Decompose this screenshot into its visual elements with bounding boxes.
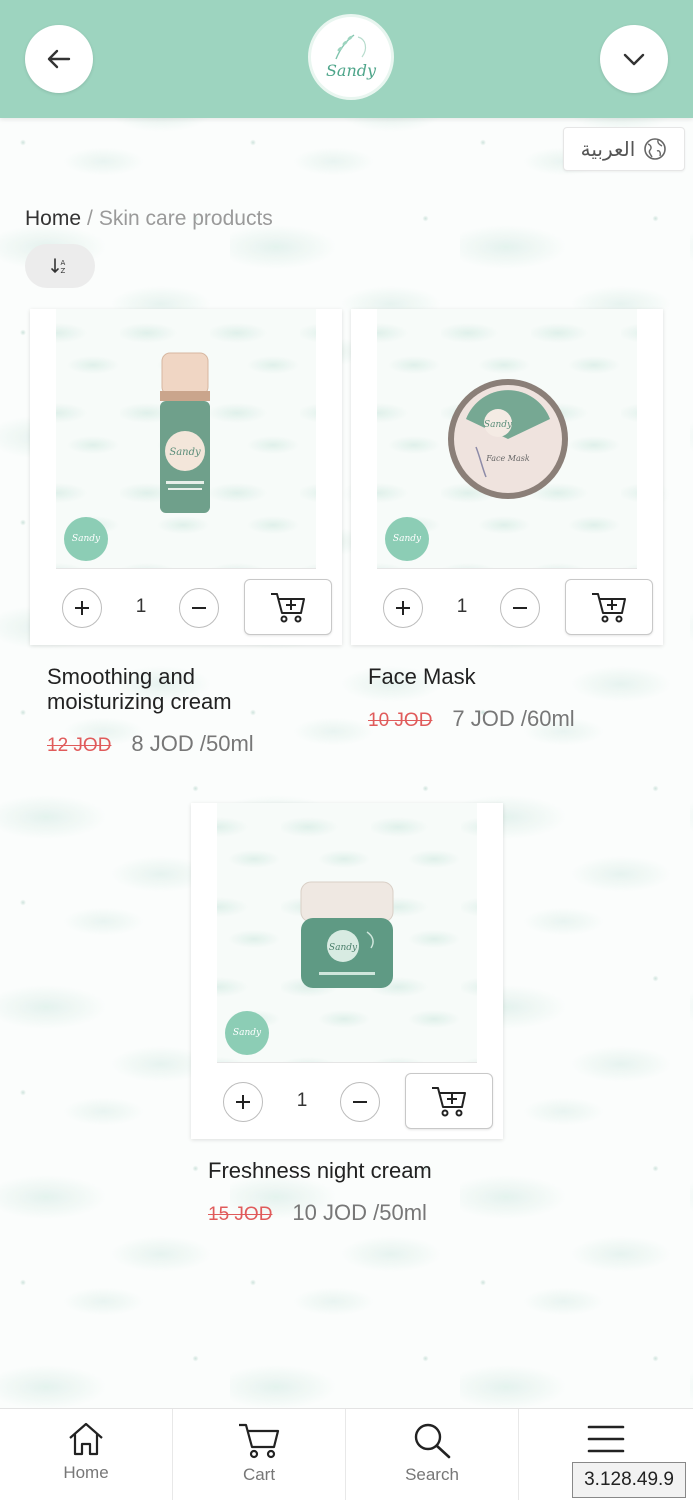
decrease-quantity-button[interactable]	[179, 588, 219, 628]
increase-quantity-button[interactable]	[62, 588, 102, 628]
badge-text: Sandy	[392, 534, 422, 544]
breadcrumb-home-link[interactable]: Home	[25, 207, 81, 231]
badge-text: Sandy	[232, 1028, 262, 1038]
breadcrumb: Home / Skin care products	[25, 207, 273, 231]
language-label: العربية	[580, 138, 636, 161]
quantity-controls: 1	[191, 1063, 503, 1139]
decrease-quantity-button[interactable]	[500, 588, 540, 628]
current-price: 7 JOD /60ml	[452, 706, 575, 731]
old-price: 10 JOD	[368, 710, 433, 731]
svg-text:Z: Z	[61, 267, 66, 275]
minus-icon	[513, 607, 527, 609]
badge-text: Sandy	[71, 534, 101, 544]
add-to-cart-button[interactable]	[565, 579, 653, 635]
current-price: 8 JOD /50ml	[131, 731, 254, 756]
minus-icon	[353, 1101, 367, 1103]
chevron-down-icon	[623, 53, 645, 66]
quantity-value: 1	[296, 1090, 308, 1111]
product-card[interactable]: Sandy Sandy 1	[30, 309, 342, 645]
nav-item-search[interactable]: Search	[346, 1409, 519, 1500]
image-border	[351, 309, 377, 569]
svg-text:Sandy: Sandy	[329, 943, 358, 953]
nav-item-cart[interactable]: Cart	[173, 1409, 346, 1500]
sort-alpha-down-icon: A Z	[51, 258, 66, 275]
cart-plus-icon	[592, 593, 626, 623]
image-border	[191, 803, 217, 1063]
old-price: 12 JOD	[47, 735, 112, 756]
logo-text: Sandy	[325, 60, 377, 80]
quantity-value: 1	[135, 596, 147, 617]
product-image[interactable]: Sandy Sandy	[30, 309, 342, 569]
svg-text:Face Mask: Face Mask	[485, 454, 530, 463]
plus-icon	[396, 601, 410, 615]
nav-item-home[interactable]: Home	[0, 1409, 173, 1500]
cart-icon	[239, 1423, 280, 1459]
svg-text:Sandy: Sandy	[484, 420, 513, 430]
svg-text:Sandy: Sandy	[169, 447, 201, 458]
old-price: 15 JOD	[208, 1204, 273, 1225]
product-image[interactable]: Sandy Face Mask Sandy	[351, 309, 663, 569]
increase-quantity-button[interactable]	[223, 1082, 263, 1122]
globe-icon	[644, 138, 667, 160]
image-border	[30, 309, 56, 569]
round-tin-image: Sandy Face Mask	[448, 379, 568, 499]
current-price: 10 JOD /50ml	[292, 1200, 427, 1225]
price-row: 15 JOD 10 JOD /50ml	[208, 1200, 427, 1226]
decrease-quantity-button[interactable]	[340, 1082, 380, 1122]
app-header: Sandy	[0, 0, 693, 118]
version-badge: 3.128.49.9	[572, 1462, 686, 1498]
svg-text:A: A	[61, 259, 66, 267]
brand-badge: Sandy	[225, 1011, 269, 1055]
product-image[interactable]: Sandy Sandy	[191, 803, 503, 1063]
brand-badge: Sandy	[64, 517, 108, 561]
cart-plus-icon	[432, 1087, 466, 1117]
add-to-cart-button[interactable]	[405, 1073, 493, 1129]
back-button[interactable]	[25, 25, 93, 93]
menu-icon	[587, 1425, 624, 1453]
home-icon	[69, 1422, 103, 1456]
product-name[interactable]: Smoothing and moisturizing cream	[47, 664, 307, 714]
quantity-value: 1	[456, 596, 468, 617]
nav-label-cart: Cart	[242, 1465, 276, 1484]
increase-quantity-button[interactable]	[383, 588, 423, 628]
product-card[interactable]: Sandy Sandy 1	[191, 803, 503, 1139]
plus-icon	[236, 1095, 250, 1109]
quantity-controls: 1	[30, 569, 342, 645]
image-border	[477, 803, 503, 1063]
price-row: 12 JOD 8 JOD /50ml	[47, 731, 254, 757]
language-switch-button[interactable]: العربية	[563, 127, 685, 171]
price-row: 10 JOD 7 JOD /60ml	[368, 706, 575, 732]
image-border	[316, 309, 342, 569]
breadcrumb-separator: /	[87, 207, 93, 230]
product-card[interactable]: Sandy Face Mask Sandy 1	[351, 309, 663, 645]
pump-bottle-image: Sandy	[160, 352, 210, 513]
nav-label-home: Home	[63, 1463, 109, 1482]
breadcrumb-current: Skin care products	[98, 207, 273, 230]
arrow-left-icon	[47, 49, 71, 69]
product-name[interactable]: Face Mask	[368, 664, 658, 689]
dropdown-menu-button[interactable]	[600, 25, 668, 93]
jar-image: Sandy	[300, 881, 394, 988]
product-name[interactable]: Freshness night cream	[208, 1158, 498, 1183]
quantity-controls: 1	[351, 569, 663, 645]
image-border	[637, 309, 663, 569]
nav-label-search: Search	[405, 1465, 459, 1484]
cart-plus-icon	[271, 593, 305, 623]
sort-button[interactable]: A Z	[25, 244, 95, 288]
brand-badge: Sandy	[385, 517, 429, 561]
brand-logo[interactable]: Sandy	[308, 14, 394, 100]
leaf-logo-icon	[335, 34, 367, 60]
search-icon	[414, 1423, 451, 1459]
minus-icon	[192, 607, 206, 609]
add-to-cart-button[interactable]	[244, 579, 332, 635]
plus-icon	[75, 601, 89, 615]
